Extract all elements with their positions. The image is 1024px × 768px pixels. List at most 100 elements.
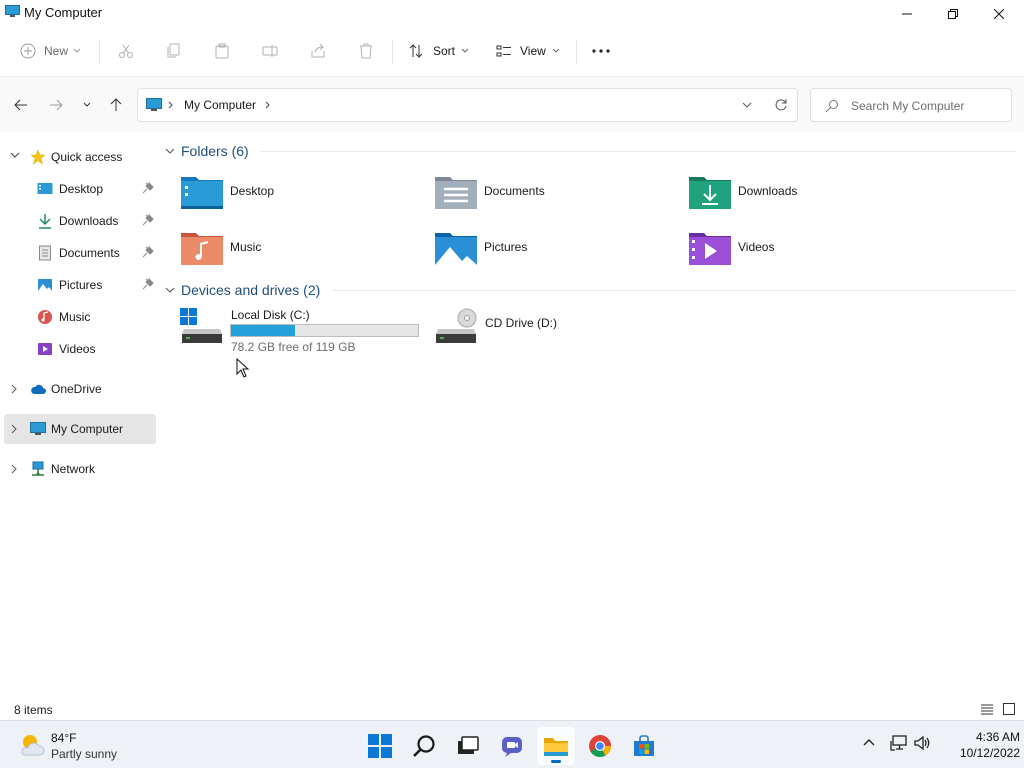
paste-button[interactable] — [214, 38, 230, 64]
sidebar-item-documents[interactable]: Documents — [4, 238, 156, 268]
network-status-icon[interactable] — [890, 735, 908, 751]
sort-button[interactable]: Sort — [408, 38, 469, 64]
arrow-left-icon — [14, 99, 27, 111]
drive-free-space: 78.2 GB free of 119 GB — [231, 340, 356, 354]
search-box[interactable]: Search My Computer — [810, 88, 1012, 122]
sort-icon — [409, 44, 423, 58]
drive-cd-d[interactable]: CD Drive (D:) — [434, 306, 674, 356]
forward-button[interactable] — [46, 95, 66, 115]
copy-button[interactable] — [166, 38, 182, 64]
folder-documents[interactable]: Documents — [434, 172, 674, 222]
documents-folder-icon — [435, 177, 477, 209]
chevron-right-icon — [168, 101, 173, 109]
divider — [260, 151, 1016, 152]
up-button[interactable] — [106, 95, 126, 115]
start-button[interactable] — [361, 727, 399, 765]
file-explorer-taskbar-button[interactable] — [537, 727, 575, 765]
sidebar-item-desktop[interactable]: Desktop — [4, 174, 156, 204]
chevron-up-icon[interactable] — [862, 735, 876, 749]
divider — [392, 40, 393, 64]
chat-button[interactable] — [493, 727, 531, 765]
view-label: View — [520, 44, 546, 58]
address-bar[interactable]: My Computer — [137, 88, 798, 122]
cd-drive-icon — [436, 308, 477, 343]
restore-button[interactable] — [930, 0, 976, 28]
new-button[interactable]: New — [20, 38, 81, 64]
computer-icon — [146, 98, 162, 111]
search-button[interactable] — [405, 727, 443, 765]
close-button[interactable] — [976, 0, 1022, 28]
pin-icon[interactable] — [142, 182, 154, 194]
sidebar-item-network[interactable]: Network — [4, 454, 156, 484]
sidebar-item-my-computer[interactable]: My Computer — [4, 414, 156, 444]
breadcrumb[interactable]: My Computer — [184, 98, 256, 112]
cut-button[interactable] — [118, 38, 134, 64]
tiles-view-icon[interactable] — [1002, 702, 1016, 716]
hard-drive-icon — [180, 308, 222, 343]
sidebar-item-onedrive[interactable]: OneDrive — [4, 374, 156, 404]
details-view-icon[interactable] — [980, 702, 994, 716]
drive-usage-fill — [231, 325, 296, 336]
folders-group-header[interactable]: Folders (6) — [165, 139, 249, 163]
rename-button[interactable] — [262, 38, 278, 64]
task-view-button[interactable] — [449, 727, 487, 765]
folder-pictures[interactable]: Pictures — [434, 228, 674, 278]
chevron-down-icon — [73, 48, 81, 53]
view-icon — [496, 45, 511, 57]
delete-button[interactable] — [358, 38, 374, 64]
taskbar: 84°F Partly sunny 4:36 AM 10/12/2022 — [0, 720, 1024, 768]
refresh-icon[interactable] — [774, 98, 788, 112]
new-icon — [20, 43, 36, 59]
folder-name: Documents — [484, 184, 545, 198]
recent-locations-button[interactable] — [77, 95, 97, 115]
sidebar-item-music[interactable]: Music — [4, 302, 156, 332]
chevron-down-icon[interactable] — [742, 102, 752, 108]
downloads-icon — [39, 214, 51, 229]
music-folder-icon — [181, 233, 223, 265]
pin-icon[interactable] — [142, 278, 154, 290]
store-button[interactable] — [625, 727, 663, 765]
weather-widget[interactable]: 84°F Partly sunny — [18, 731, 117, 761]
chrome-icon — [589, 735, 611, 757]
divider — [576, 40, 577, 64]
see-more-button[interactable] — [592, 38, 610, 64]
command-bar: New Sort View — [0, 28, 1024, 76]
minimize-icon — [902, 13, 912, 15]
restore-icon — [948, 9, 958, 19]
folder-videos[interactable]: Videos — [688, 228, 928, 278]
pictures-folder-icon — [435, 233, 477, 265]
volume-icon[interactable] — [914, 735, 932, 751]
sidebar-item-downloads[interactable]: Downloads — [4, 206, 156, 236]
more-icon — [592, 49, 610, 53]
star-icon — [30, 149, 46, 165]
rename-icon — [262, 45, 278, 57]
close-icon — [994, 9, 1004, 19]
active-indicator — [551, 760, 561, 763]
pin-icon[interactable] — [142, 246, 154, 258]
minimize-button[interactable] — [884, 0, 930, 28]
weather-condition: Partly sunny — [51, 747, 118, 761]
sidebar-item-label: Quick access — [51, 150, 123, 164]
music-icon — [38, 310, 52, 324]
pin-icon[interactable] — [142, 214, 154, 226]
folder-desktop[interactable]: Desktop — [180, 172, 420, 222]
network-icon — [32, 461, 44, 476]
mouse-cursor-icon — [236, 358, 250, 378]
folder-music[interactable]: Music — [180, 228, 420, 278]
view-button[interactable]: View — [496, 38, 560, 64]
videos-folder-icon — [689, 233, 731, 265]
chrome-button[interactable] — [581, 727, 619, 765]
clock[interactable]: 4:36 AM 10/12/2022 — [938, 729, 1020, 761]
chevron-down-icon — [165, 148, 175, 154]
back-button[interactable] — [11, 95, 31, 115]
clock-time: 4:36 AM — [975, 730, 1020, 744]
drives-group-header[interactable]: Devices and drives (2) — [165, 278, 320, 302]
folder-downloads[interactable]: Downloads — [688, 172, 928, 222]
sidebar-item-videos[interactable]: Videos — [4, 334, 156, 364]
computer-icon — [5, 5, 20, 17]
share-button[interactable] — [310, 38, 326, 64]
sidebar-item-label: Pictures — [59, 278, 103, 292]
sidebar-item-pictures[interactable]: Pictures — [4, 270, 156, 300]
search-icon — [825, 100, 838, 113]
sidebar-item-quick-access[interactable]: Quick access — [4, 142, 156, 172]
